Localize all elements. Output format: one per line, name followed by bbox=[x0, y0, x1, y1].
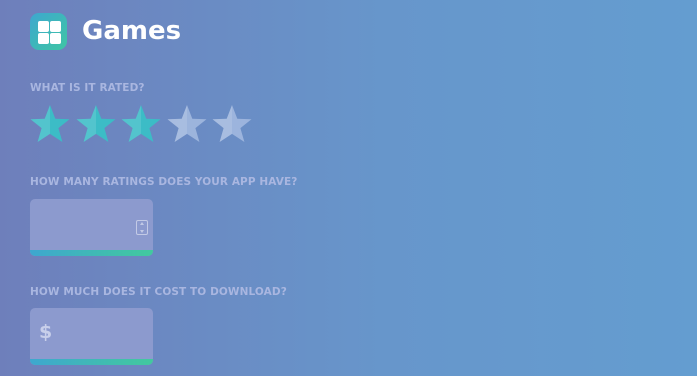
star-empty-icon[interactable] bbox=[211, 103, 253, 145]
star-filled-icon[interactable] bbox=[29, 103, 71, 145]
grid-square-icon bbox=[38, 33, 49, 44]
page-title: Games bbox=[82, 16, 182, 46]
price-label: HOW MUCH DOES IT COST TO DOWNLOAD? bbox=[30, 286, 287, 298]
star-empty-icon[interactable] bbox=[166, 103, 208, 145]
rating-label: WHAT IS IT RATED? bbox=[30, 82, 145, 94]
grid-square-icon bbox=[50, 21, 61, 32]
field-underline bbox=[30, 250, 153, 256]
ratings-count-label: HOW MANY RATINGS DOES YOUR APP HAVE? bbox=[30, 176, 298, 188]
field-underline bbox=[30, 359, 153, 365]
ratings-count-input[interactable] bbox=[30, 199, 153, 250]
grid-square-icon bbox=[50, 33, 61, 44]
app-category-icon bbox=[30, 13, 67, 50]
number-stepper-icon[interactable] bbox=[136, 220, 148, 235]
star-filled-icon[interactable] bbox=[120, 103, 162, 145]
star-filled-icon[interactable] bbox=[75, 103, 117, 145]
price-field[interactable]: $ bbox=[30, 308, 153, 365]
ratings-count-field[interactable] bbox=[30, 199, 153, 256]
grid-square-icon bbox=[38, 21, 49, 32]
price-input[interactable] bbox=[30, 308, 153, 359]
